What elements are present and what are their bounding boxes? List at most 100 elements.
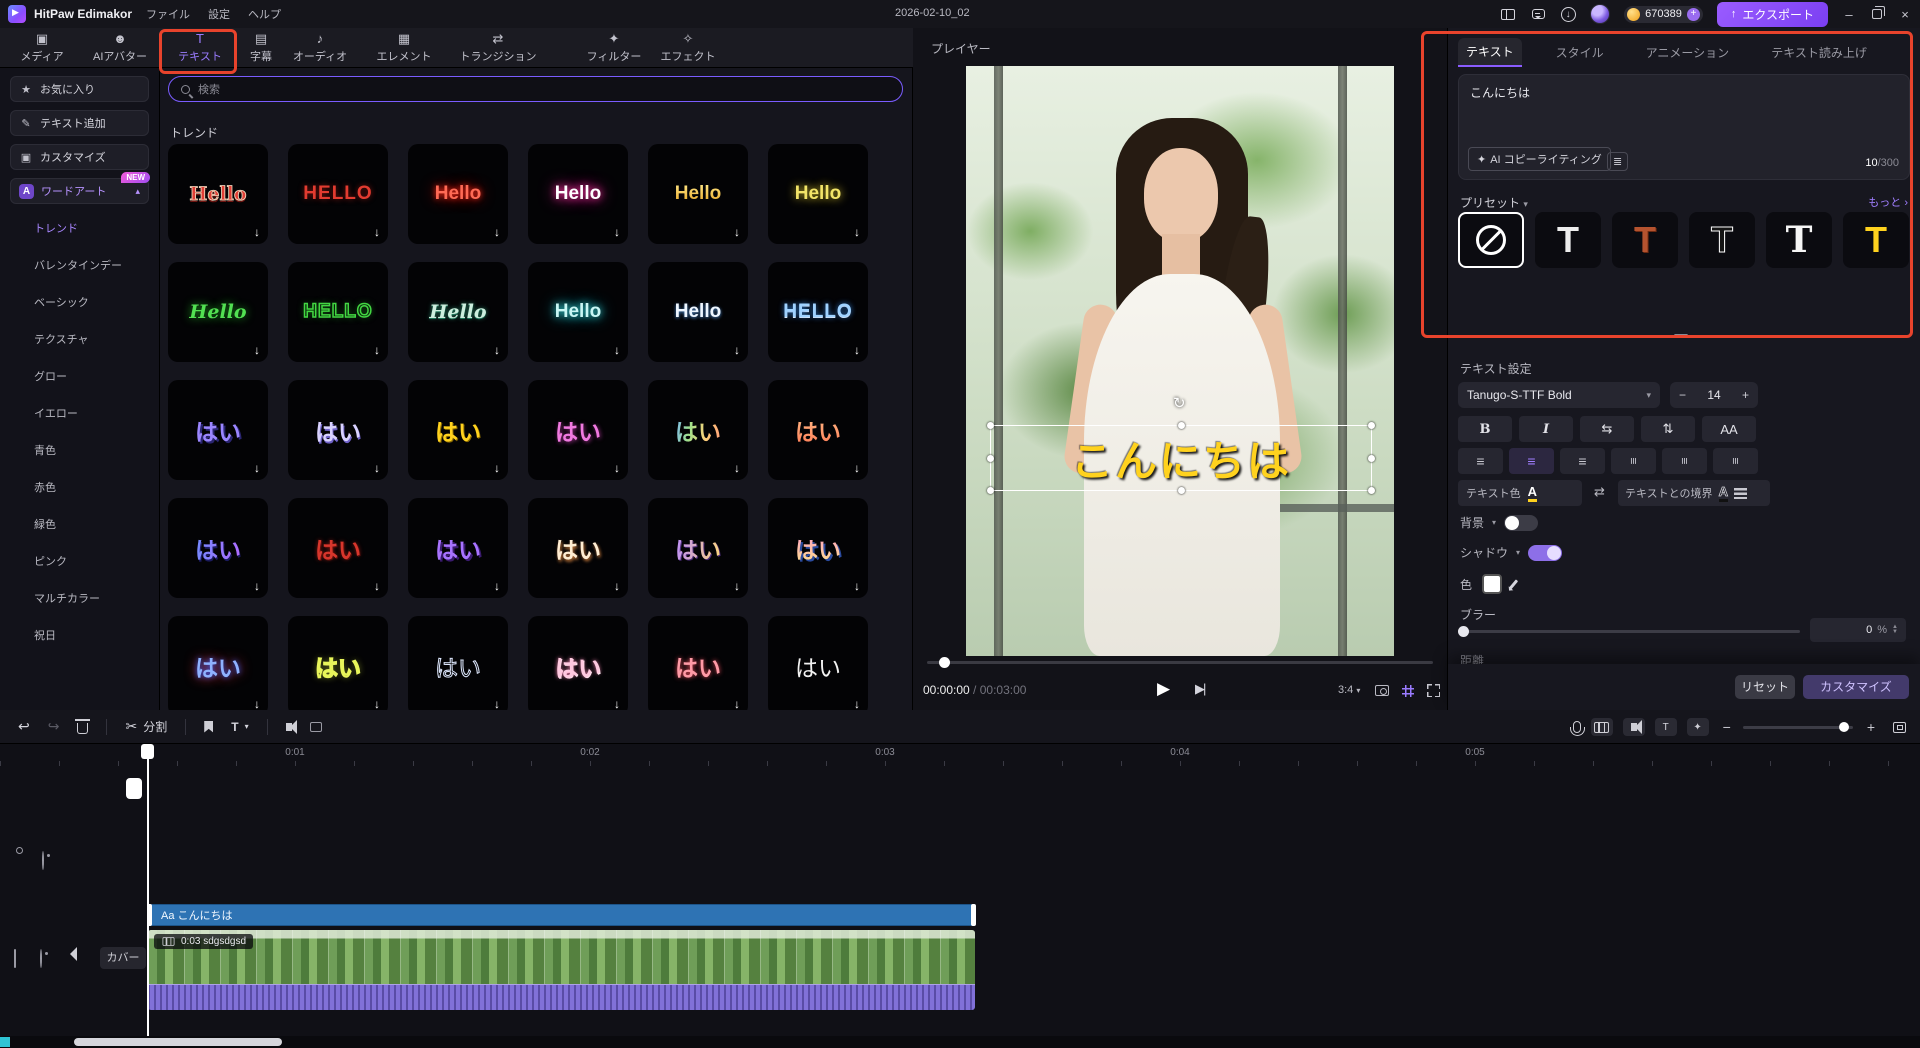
chevron-icon[interactable]: ▾	[1492, 518, 1496, 527]
line-spacing-button[interactable]: ⇅	[1641, 416, 1695, 442]
download-icon[interactable]: ↓	[734, 579, 740, 593]
vertical-align-bottom-button[interactable]: ≡	[1713, 448, 1758, 474]
eyedropper-icon[interactable]	[1508, 578, 1519, 590]
menu-help[interactable]: ヘルプ	[248, 6, 281, 22]
grid-toggle-icon[interactable]	[1402, 685, 1414, 697]
seek-knob[interactable]	[939, 657, 950, 668]
wordart-card[interactable]: はい ↓	[528, 616, 628, 710]
chevron-icon[interactable]: ▾	[1516, 548, 1520, 557]
preset-section-label[interactable]: プリセット ▾	[1460, 194, 1528, 211]
close-button[interactable]: ×	[1898, 7, 1912, 22]
download-icon[interactable]: ↓	[1560, 6, 1576, 22]
zoom-clip-button[interactable]	[309, 721, 322, 732]
resize-handle[interactable]	[1368, 455, 1375, 462]
track-visibility-icon[interactable]	[42, 851, 44, 870]
add-text-button[interactable]: T ▾	[231, 720, 248, 734]
wordart-card[interactable]: はい ↓	[408, 498, 508, 598]
playhead-handle[interactable]	[141, 744, 154, 759]
wordart-card[interactable]: HELLO ↓	[288, 262, 388, 362]
download-icon[interactable]: ↓	[734, 343, 740, 357]
download-icon[interactable]: ↓	[854, 579, 860, 593]
caps-button[interactable]: AA	[1702, 416, 1756, 442]
download-icon[interactable]: ↓	[494, 697, 500, 710]
tab-text-active[interactable]: T テキスト	[166, 32, 234, 64]
zoom-slider[interactable]	[1742, 721, 1853, 732]
export-button[interactable]: ↑ エクスポート	[1716, 1, 1828, 27]
blur-slider-knob[interactable]	[1458, 626, 1469, 637]
download-icon[interactable]: ↓	[494, 579, 500, 593]
tab-style[interactable]: スタイル	[1548, 39, 1612, 66]
sidebar-item-favorites[interactable]: ★ お気に入り	[10, 76, 149, 102]
wordart-card[interactable]: はい ↓	[768, 380, 868, 480]
download-icon[interactable]: ↓	[494, 461, 500, 475]
search-input[interactable]: 検索	[168, 76, 903, 102]
fit-timeline-button[interactable]	[1893, 721, 1906, 733]
blur-value-field[interactable]: 0 % ▲ ▼	[1810, 618, 1906, 642]
background-toggle[interactable]	[1504, 514, 1539, 531]
download-icon[interactable]: ↓	[854, 343, 860, 357]
resize-handle[interactable]	[1368, 422, 1375, 429]
menu-settings[interactable]: 設定	[208, 6, 230, 22]
download-icon[interactable]: ↓	[734, 461, 740, 475]
tab-6[interactable]: ⇄ トランジション	[460, 32, 537, 64]
wordart-category-トレンド[interactable]: トレンド	[34, 220, 159, 242]
download-icon[interactable]: ↓	[254, 461, 260, 475]
wordart-card[interactable]: Hello ↓	[648, 144, 748, 244]
audio-track-button[interactable]	[1622, 718, 1645, 736]
download-icon[interactable]: ↓	[254, 343, 260, 357]
download-icon[interactable]: ↓	[614, 697, 620, 710]
playhead[interactable]	[147, 744, 149, 1036]
wordart-category-祝日[interactable]: 祝日	[34, 627, 159, 649]
reset-button[interactable]: リセット	[1735, 675, 1795, 699]
tab-7[interactable]: ✦ フィルター	[580, 32, 648, 64]
resize-handle[interactable]	[987, 487, 994, 494]
resize-handle[interactable]	[1178, 487, 1185, 494]
download-icon[interactable]: ↓	[614, 579, 620, 593]
rotate-handle[interactable]: ↻	[1173, 394, 1186, 412]
download-icon[interactable]: ↓	[374, 343, 380, 357]
download-icon[interactable]: ↓	[734, 225, 740, 239]
swap-colors-icon[interactable]: ⇄	[1594, 484, 1605, 500]
split-button[interactable]: ✂ 分割	[125, 718, 167, 735]
wordart-card[interactable]: はい ↓	[768, 498, 868, 598]
wordart-card[interactable]: はい ↓	[408, 380, 508, 480]
wordart-category-テクスチャ[interactable]: テクスチャ	[34, 331, 159, 353]
shadow-color-swatch[interactable]	[1482, 574, 1503, 594]
voice-button[interactable]	[285, 719, 297, 734]
wordart-card[interactable]: はい ↓	[408, 616, 508, 710]
add-coins-icon[interactable]: +	[1686, 7, 1700, 21]
download-icon[interactable]: ↓	[494, 343, 500, 357]
stepper-arrows[interactable]: ▲ ▼	[1892, 624, 1898, 635]
wordart-card[interactable]: HELLO ↓	[288, 144, 388, 244]
text-border-button[interactable]: テキストとの境界 A	[1618, 480, 1770, 506]
redo-button[interactable]: ↪	[48, 718, 60, 735]
wordart-category-グロー[interactable]: グロー	[34, 368, 159, 390]
snapshot-icon[interactable]	[1375, 685, 1389, 696]
effect-track-button[interactable]: ✦	[1686, 718, 1709, 736]
download-icon[interactable]: ↓	[854, 697, 860, 710]
overlay-text[interactable]: こんにちは	[1071, 428, 1291, 489]
preset-style-1[interactable]: T	[1535, 212, 1601, 268]
track-visibility-icon[interactable]	[40, 949, 42, 968]
more-presets-link[interactable]: もっと ›	[1868, 194, 1908, 210]
text-track-button[interactable]: T	[1654, 718, 1677, 736]
video-canvas[interactable]: ↻ こんにちは	[966, 66, 1394, 656]
sidebar-item-add-text[interactable]: ✎ テキスト追加	[10, 110, 149, 136]
preset-none-selected[interactable]	[1458, 212, 1524, 268]
tab-0[interactable]: ▣ メディア	[8, 32, 76, 64]
preset-style-3[interactable]: T	[1689, 212, 1755, 268]
resize-handle[interactable]	[1178, 422, 1185, 429]
download-icon[interactable]: ↓	[254, 697, 260, 710]
download-icon[interactable]: ↓	[374, 461, 380, 475]
wordart-category-青色[interactable]: 青色	[34, 442, 159, 464]
record-mic-button[interactable]	[1569, 721, 1585, 736]
wordart-card[interactable]: Hello ↓	[648, 262, 748, 362]
wordart-card[interactable]: はい ↓	[288, 616, 388, 710]
wordart-card[interactable]: HELLO ↓	[768, 262, 868, 362]
zoom-slider-knob[interactable]	[1838, 721, 1849, 732]
aspect-ratio-select[interactable]: 3:4 ▾	[1338, 684, 1360, 696]
tab-4[interactable]: ♪ オーディオ	[286, 32, 354, 64]
download-icon[interactable]: ↓	[494, 225, 500, 239]
tab-text[interactable]: テキスト	[1458, 38, 1522, 67]
fullscreen-icon[interactable]	[1427, 684, 1440, 697]
